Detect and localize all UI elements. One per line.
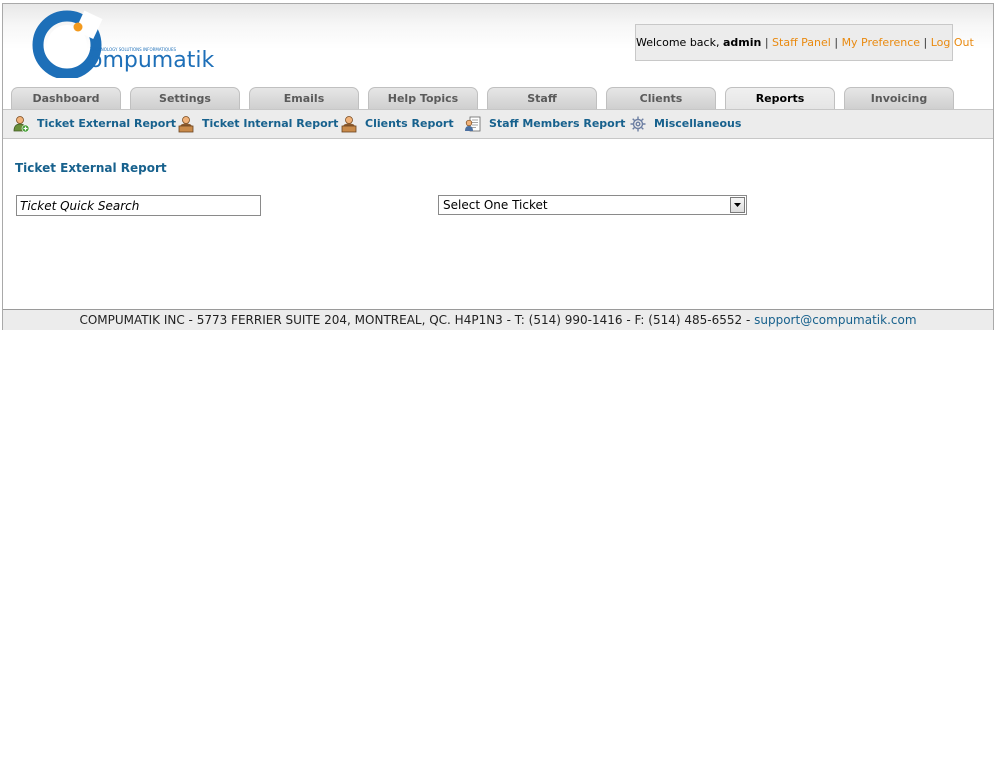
- welcome-box: Welcome back, admin | Staff Panel | My P…: [635, 24, 974, 61]
- subnav-ticket-external-report[interactable]: Ticket External Report: [12, 115, 176, 133]
- welcome-username: admin: [722, 36, 762, 49]
- user-add-icon: [13, 116, 30, 133]
- separator: |: [834, 36, 839, 49]
- tab-help-topics[interactable]: Help Topics: [368, 87, 478, 109]
- subnav-clients-report[interactable]: Clients Report: [340, 115, 454, 133]
- footer-address: COMPUMATIK INC - 5773 FERRIER SUITE 204,…: [79, 313, 751, 327]
- ticket-quick-search-input[interactable]: [16, 195, 261, 216]
- tab-emails[interactable]: Emails: [249, 87, 359, 109]
- subnav-label: Ticket External Report: [37, 117, 177, 130]
- subnav-label: Staff Members Report: [489, 117, 626, 130]
- welcome-greeting: Welcome back,: [636, 36, 720, 49]
- chevron-down-icon: [734, 203, 741, 207]
- footer: COMPUMATIK INC - 5773 FERRIER SUITE 204,…: [3, 309, 993, 330]
- page-frame: ompumatik TECHNOLOGY SOLUTIONS INFORMATI…: [2, 3, 994, 330]
- gear-icon: [630, 116, 646, 132]
- page-title: Ticket External Report: [15, 161, 167, 175]
- logo-tagline: TECHNOLOGY SOLUTIONS INFORMATIQUES: [90, 47, 177, 52]
- reports-subnav: Ticket External Report Ticket Internal R…: [3, 109, 993, 139]
- tab-settings[interactable]: Settings: [130, 87, 240, 109]
- subnav-label: Ticket Internal Report: [202, 117, 339, 130]
- subnav-label: Miscellaneous: [654, 117, 742, 130]
- ticket-select-value: Select One Ticket: [443, 198, 548, 212]
- user-desk-icon: [178, 116, 194, 133]
- log-out-link[interactable]: Log Out: [931, 36, 974, 49]
- tab-invoicing[interactable]: Invoicing: [844, 87, 954, 109]
- staff-panel-link[interactable]: Staff Panel: [772, 36, 831, 49]
- user-desk-icon: [341, 116, 357, 133]
- subnav-label: Clients Report: [365, 117, 454, 130]
- subnav-ticket-internal-report[interactable]: Ticket Internal Report: [177, 115, 338, 133]
- ticket-select[interactable]: Select One Ticket: [438, 195, 747, 215]
- logo-wordmark: ompumatik: [89, 48, 215, 73]
- tab-reports[interactable]: Reports: [725, 87, 835, 110]
- separator: |: [923, 36, 928, 49]
- tab-staff[interactable]: Staff: [487, 87, 597, 109]
- tab-dashboard[interactable]: Dashboard: [11, 87, 121, 109]
- subnav-staff-members-report[interactable]: Staff Members Report: [464, 115, 625, 133]
- dropdown-button[interactable]: [730, 197, 745, 213]
- staff-document-icon: [465, 116, 481, 132]
- main-tabs: Dashboard Settings Emails Help Topics St…: [11, 87, 991, 110]
- subnav-miscellaneous[interactable]: Miscellaneous: [629, 115, 742, 133]
- my-preference-link[interactable]: My Preference: [842, 36, 920, 49]
- tab-clients[interactable]: Clients: [606, 87, 716, 109]
- header: ompumatik TECHNOLOGY SOLUTIONS INFORMATI…: [3, 4, 993, 110]
- support-email-link[interactable]: support@compumatik.com: [754, 313, 916, 327]
- company-logo[interactable]: ompumatik TECHNOLOGY SOLUTIONS INFORMATI…: [27, 8, 215, 80]
- separator: |: [764, 36, 769, 49]
